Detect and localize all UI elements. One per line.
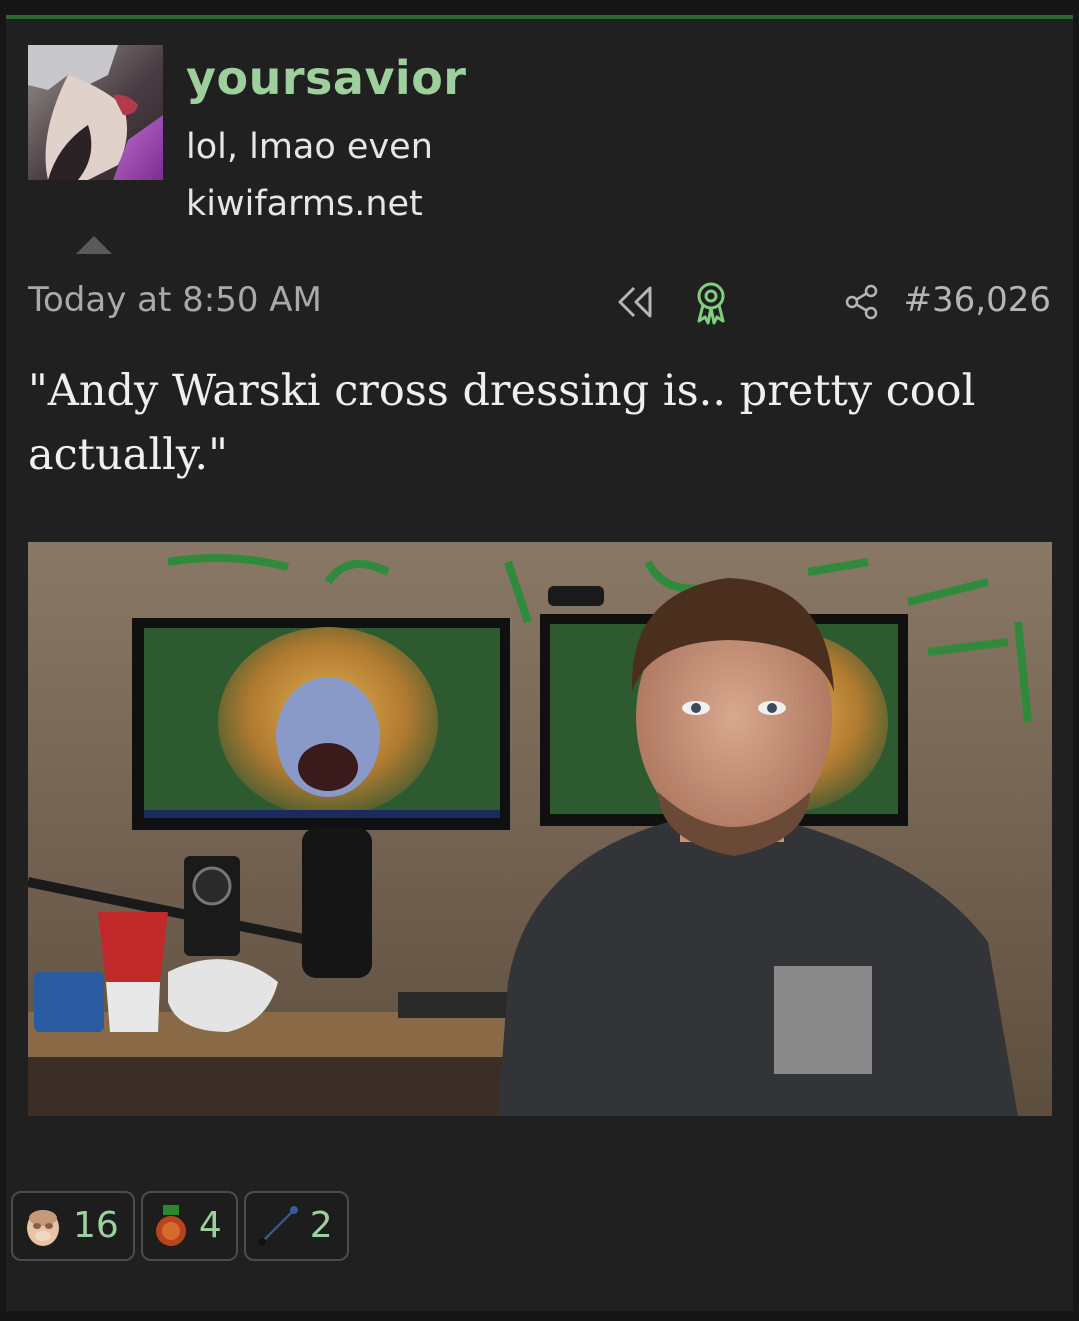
reaction-line[interactable]: 2 — [243, 1191, 349, 1261]
share-icon[interactable] — [844, 284, 880, 324]
face-reaction-icon — [27, 1210, 59, 1246]
medal-reaction-icon — [155, 1205, 186, 1246]
post-card: yoursavior lol, lmao even kiwifarms.net … — [6, 15, 1073, 1311]
user-site: kiwifarms.net — [186, 184, 423, 224]
reaction-count: 16 — [73, 1205, 119, 1246]
award-ribbon-icon[interactable] — [694, 281, 728, 329]
user-title: lol, lmao even — [186, 127, 433, 167]
line-reaction-icon — [257, 1206, 298, 1246]
reaction-face[interactable]: 16 — [11, 1191, 135, 1261]
post-timestamp[interactable]: Today at 8:50 AM — [28, 283, 322, 317]
reactions-bar: 16 4 2 — [11, 1191, 349, 1261]
post-body-text: "Andy Warski cross dressing is.. pretty … — [28, 366, 976, 480]
collapse-arrow-icon[interactable] — [76, 236, 112, 254]
post-image[interactable] — [28, 542, 1052, 1116]
post-number[interactable]: #36,026 — [904, 283, 1051, 317]
reaction-medal[interactable]: 4 — [140, 1191, 238, 1261]
reaction-count: 2 — [309, 1205, 333, 1246]
user-avatar[interactable] — [28, 45, 163, 180]
reaction-count: 4 — [198, 1205, 222, 1246]
rewind-icon[interactable] — [616, 284, 656, 324]
username[interactable]: yoursavior — [186, 55, 466, 101]
